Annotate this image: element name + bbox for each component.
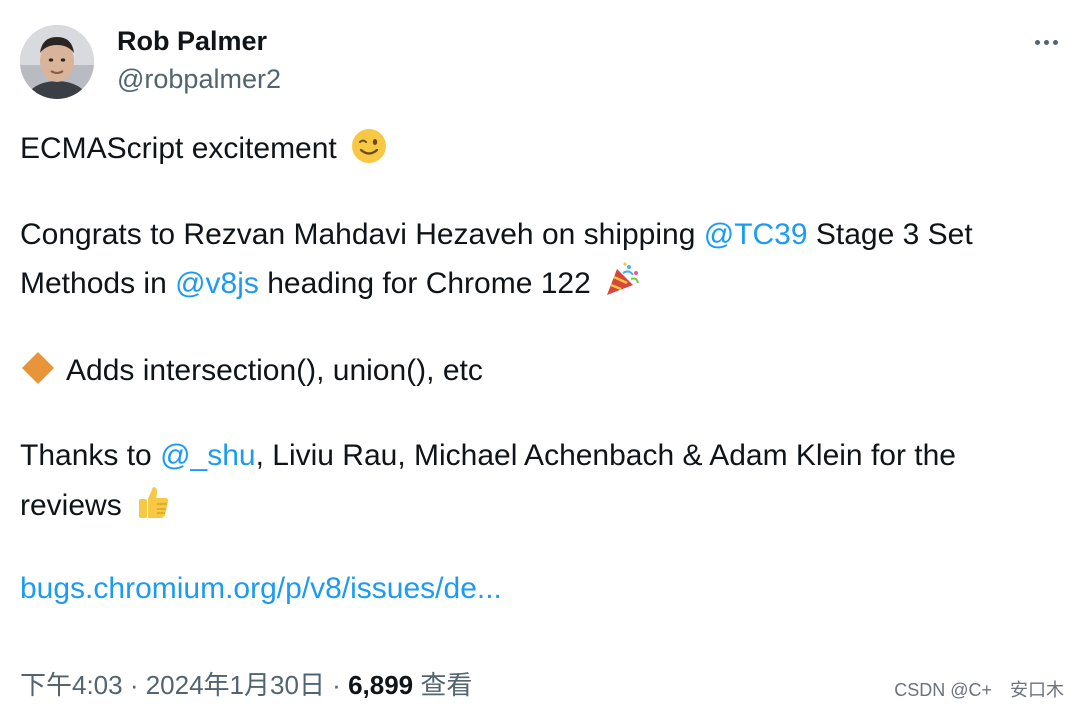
- mention-shu-link[interactable]: @_shu: [160, 439, 256, 472]
- thumbs-up-emoji-icon: [134, 483, 172, 530]
- tweet-line-3: Methods in @v8js heading for Chrome 122: [20, 261, 641, 308]
- orange-diamond-emoji-icon: [20, 350, 56, 395]
- views-label: 查看: [413, 670, 473, 700]
- more-icon[interactable]: [1028, 28, 1064, 56]
- tweet-time-link[interactable]: 下午4:03: [20, 670, 123, 700]
- tweet-text: Methods in: [20, 267, 176, 300]
- tweet-text: Stage 3 Set: [807, 218, 973, 251]
- tweet-text: heading for Chrome 122: [258, 267, 591, 300]
- avatar[interactable]: [20, 25, 94, 99]
- avatar-image: [20, 25, 94, 99]
- tweet-text: , Liviu Rau, Michael Achenbach & Adam Kl…: [255, 439, 956, 472]
- author-handle[interactable]: @robpalmer2: [117, 64, 281, 95]
- views-count[interactable]: 6,899: [348, 670, 413, 700]
- tweet-text: Congrats to Rezvan Mahdavi Hezaveh on sh…: [20, 218, 704, 251]
- party-popper-emoji-icon: [603, 261, 641, 308]
- tweet-text: reviews: [20, 489, 122, 522]
- winking-face-emoji-icon: [351, 128, 387, 173]
- mention-v8js-link[interactable]: @v8js: [175, 267, 259, 300]
- meta-separator: ·: [122, 670, 146, 700]
- tweet-line-2: Congrats to Rezvan Mahdavi Hezaveh on sh…: [20, 217, 973, 253]
- tweet-line-1: ECMAScript excitement: [20, 128, 387, 173]
- tweet-line-4: Adds intersection(), union(), etc: [20, 350, 483, 395]
- tweet-line-5: Thanks to @_shu, Liviu Rau, Michael Ache…: [20, 438, 956, 474]
- tweet-date-link[interactable]: 2024年1月30日: [146, 670, 325, 700]
- csdn-watermark: CSDN @C+ 安口木: [894, 680, 1064, 700]
- meta-separator: ·: [324, 670, 349, 700]
- tweet-text: Thanks to: [20, 439, 161, 472]
- chromium-bug-link[interactable]: bugs.chromium.org/p/v8/issues/de...: [20, 571, 502, 607]
- tweet-meta: 下午4:03 · 2024年1月30日 · 6,899 查看: [20, 665, 472, 702]
- tweet-text: ECMAScript excitement: [20, 132, 337, 165]
- author-name[interactable]: Rob Palmer: [117, 26, 267, 57]
- tweet-line-6: reviews: [20, 483, 172, 530]
- mention-tc39-link[interactable]: @TC39: [704, 218, 808, 251]
- tweet-card: Rob Palmer @robpalmer2 ECMAScript excite…: [0, 0, 1080, 706]
- tweet-text: Adds intersection(), union(), etc: [66, 354, 483, 387]
